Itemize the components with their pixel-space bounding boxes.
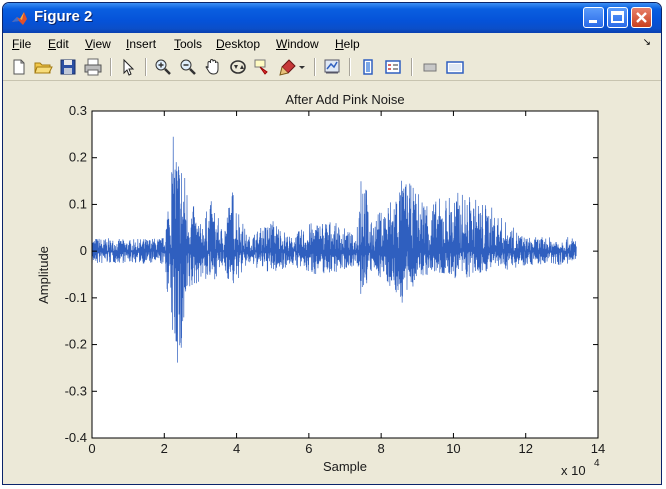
y-tick-label: 0 (80, 243, 87, 258)
hide-plot-tools-icon[interactable] (420, 57, 440, 77)
zoom-out-icon[interactable] (178, 57, 198, 77)
y-axis-label: Amplitude (36, 246, 51, 304)
zoom-in-icon[interactable] (153, 57, 173, 77)
save-icon[interactable] (58, 57, 78, 77)
print-icon[interactable] (83, 57, 103, 77)
window-title: Figure 2 (34, 8, 93, 25)
data-cursor-icon[interactable] (253, 57, 273, 77)
y-tick-label: -0.3 (65, 383, 87, 398)
x-tick-label: 12 (518, 441, 532, 456)
menu-help[interactable]: Help (335, 37, 360, 51)
y-tick-label: -0.2 (65, 337, 87, 352)
toolbar-separator (110, 58, 112, 76)
x-tick-label: 6 (305, 441, 312, 456)
y-tick-label: -0.4 (65, 430, 87, 445)
link-plot-icon[interactable] (322, 57, 342, 77)
y-tick-label: 0.2 (69, 150, 87, 165)
matlab-logo-icon (12, 12, 27, 25)
toolbar-separator (145, 58, 147, 76)
y-tick-label: -0.1 (65, 290, 87, 305)
y-tick-label: 0.3 (69, 103, 87, 118)
menu-bar: File Edit View Insert Tools Desktop Wind… (3, 34, 661, 54)
x-multiplier-exponent: 4 (594, 458, 600, 469)
menu-insert[interactable]: Insert (126, 37, 156, 51)
title-bar[interactable]: Figure 2 (3, 3, 661, 33)
figure-canvas[interactable]: 0 2 4 6 8 10 12 14 0.3 0.2 0.1 0 -0.1 -0.2 -0.3 -0.4 A… (3, 81, 661, 484)
close-button[interactable] (631, 7, 652, 28)
toolbar-separator (314, 58, 316, 76)
x-tick-label: 14 (591, 441, 605, 456)
menu-dock-arrow-icon[interactable]: ↘ (643, 37, 651, 48)
x-tick-label: 10 (446, 441, 460, 456)
toolbar-separator (411, 58, 413, 76)
minimize-icon (589, 20, 597, 23)
figure-toolbar (3, 54, 661, 81)
x-multiplier-label: x 10 (561, 463, 586, 478)
plot-svg: 0 2 4 6 8 10 12 14 0.3 0.2 0.1 0 -0.1 -0.2 -0.3 -0.4 A… (36, 92, 605, 478)
toolbar-separator (349, 58, 351, 76)
legend-icon[interactable] (383, 57, 403, 77)
maximize-button[interactable] (607, 7, 628, 28)
close-icon (636, 12, 647, 23)
menu-tools[interactable]: Tools (174, 37, 202, 51)
chart-title: After Add Pink Noise (285, 92, 404, 107)
menu-edit[interactable]: Edit (48, 37, 69, 51)
y-tick-label: 0.1 (69, 196, 87, 211)
menu-file[interactable]: File (12, 37, 31, 51)
colorbar-icon[interactable] (358, 57, 378, 77)
pan-hand-icon[interactable] (203, 57, 223, 77)
rotate-3d-icon[interactable] (228, 57, 248, 77)
x-tick-label: 8 (378, 441, 385, 456)
menu-view[interactable]: View (85, 37, 111, 51)
x-tick-label: 4 (233, 441, 240, 456)
show-plot-tools-icon[interactable] (445, 57, 465, 77)
brush-dropdown-icon[interactable] (296, 57, 308, 77)
menu-desktop[interactable]: Desktop (216, 37, 260, 51)
maximize-icon (611, 11, 624, 23)
brush-icon[interactable] (278, 57, 298, 77)
axes-background[interactable] (92, 111, 598, 438)
x-tick-label: 0 (88, 441, 95, 456)
edit-plot-arrow-icon[interactable] (118, 57, 138, 77)
x-tick-label: 2 (161, 441, 168, 456)
minimize-button[interactable] (583, 7, 604, 28)
menu-window[interactable]: Window (276, 37, 319, 51)
new-figure-icon[interactable] (9, 57, 29, 77)
open-file-icon[interactable] (33, 57, 53, 77)
figure-window: Figure 2 File Edit View Insert Tools Des… (2, 2, 662, 485)
x-axis-label: Sample (323, 459, 367, 474)
